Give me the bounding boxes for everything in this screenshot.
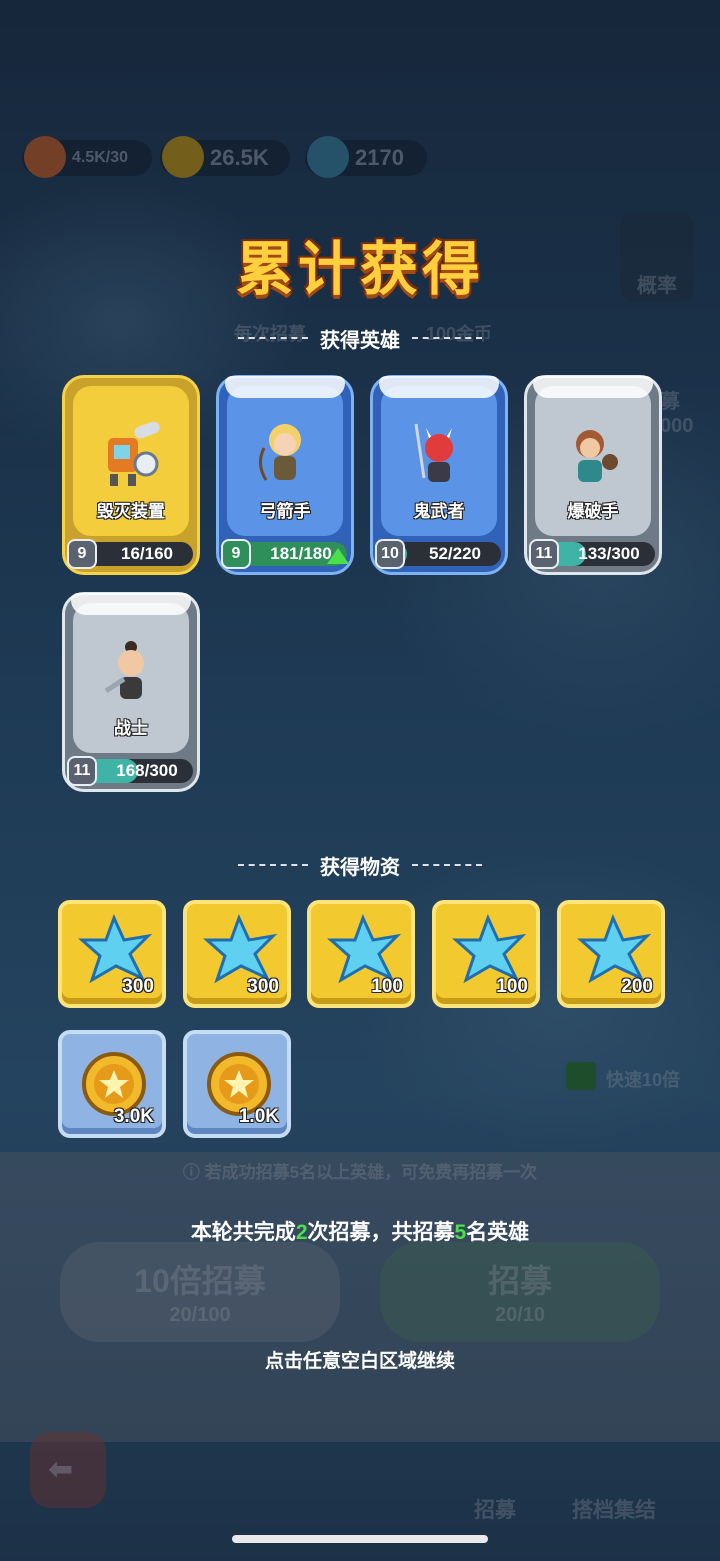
hero-card[interactable]: 毁灭装置 9 16/160 xyxy=(62,375,200,575)
item-tile[interactable]: 300 xyxy=(58,900,166,1008)
continue-hint: 点击任意空白区域继续 xyxy=(264,1351,455,1372)
hero-card[interactable]: 鬼武者 10 52/220 xyxy=(370,375,508,575)
items-header: 获得物资 xyxy=(0,851,720,880)
upgrade-arrow-icon xyxy=(327,548,349,564)
hero-card[interactable]: 爆破手 11 133/300 xyxy=(524,375,662,575)
archer-icon xyxy=(259,424,301,481)
item-tile[interactable]: 100 xyxy=(432,900,540,1008)
heroes-header: 获得英雄 xyxy=(0,324,720,353)
oni-warrior-icon xyxy=(414,423,453,482)
warrior-icon xyxy=(104,641,144,699)
item-tile[interactable]: 1.0K xyxy=(183,1030,291,1138)
hero-card[interactable]: 战士 11 168/300 xyxy=(62,592,200,792)
item-tile[interactable]: 300 xyxy=(183,900,291,1008)
popup-title: 累计获得 xyxy=(235,237,484,302)
recruit-summary: 本轮共完成2次招募，共招募5名英雄 xyxy=(190,1221,530,1244)
bomber-icon xyxy=(576,430,618,482)
item-tile[interactable]: 100 xyxy=(307,900,415,1008)
hero-card[interactable]: 弓箭手 9 181/180 xyxy=(216,375,354,575)
destroyer-device-icon xyxy=(108,421,160,486)
item-tile[interactable]: 200 xyxy=(557,900,665,1008)
item-tile[interactable]: 3.0K xyxy=(58,1030,166,1138)
home-indicator[interactable] xyxy=(232,1535,488,1543)
